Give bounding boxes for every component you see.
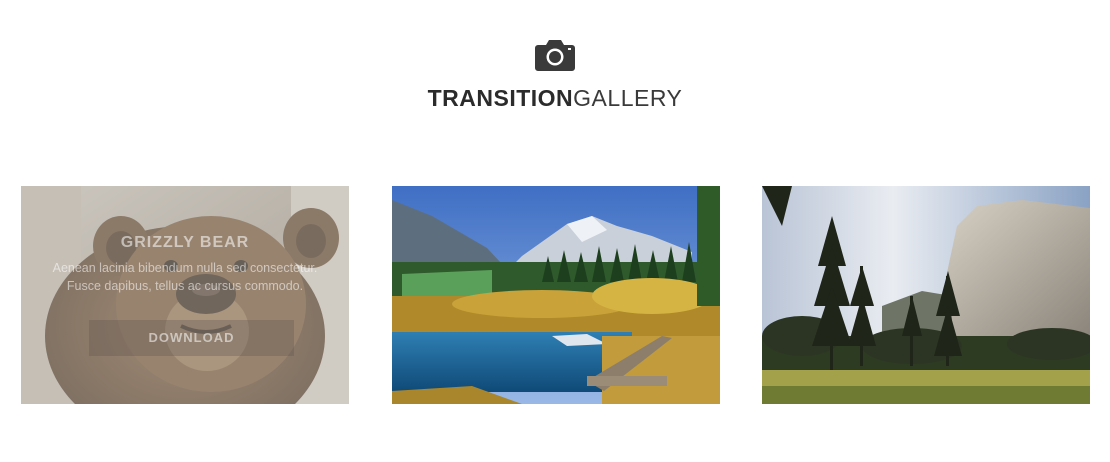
- download-button[interactable]: DOWNLOAD: [89, 320, 294, 356]
- caption-text: Aenean lacinia bibendum nulla sed consec…: [52, 261, 318, 293]
- hover-overlay: [21, 186, 349, 404]
- caption: GRIZZLY BEAR Aenean lacinia bibendum nul…: [21, 233, 349, 295]
- cliff-forest-meadow-photo: [762, 186, 1090, 404]
- image-gallery: GRIZZLY BEAR Aenean lacinia bibendum nul…: [21, 186, 1090, 404]
- page-header: TRANSITIONGALLERY: [0, 38, 1110, 111]
- gallery-item-lake[interactable]: [392, 186, 720, 404]
- camera-icon: [534, 38, 576, 72]
- page-title: TRANSITIONGALLERY: [0, 85, 1110, 111]
- caption-title: GRIZZLY BEAR: [120, 234, 250, 251]
- gallery-item-cliff[interactable]: [762, 186, 1090, 404]
- alpine-lake-boardwalk-photo: [392, 186, 720, 404]
- gallery-item-bear[interactable]: GRIZZLY BEAR Aenean lacinia bibendum nul…: [21, 186, 349, 404]
- title-bold: TRANSITION: [427, 85, 574, 111]
- title-light: GALLERY: [573, 85, 683, 111]
